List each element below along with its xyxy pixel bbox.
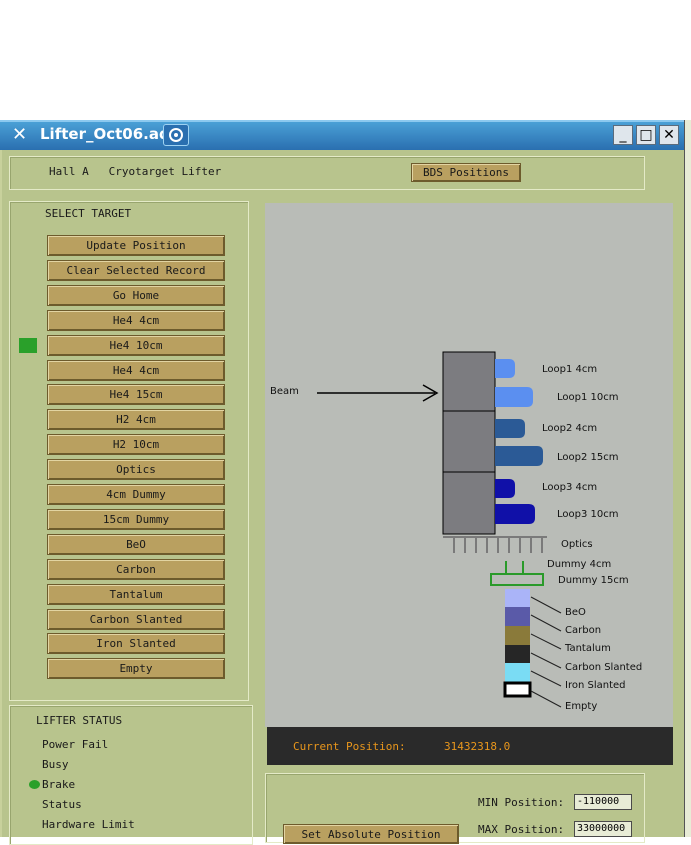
- lifter-status-heading: LIFTER STATUS: [36, 714, 123, 727]
- brake-indicator-led: [29, 780, 40, 789]
- x-logo-icon: ✕: [12, 124, 28, 145]
- maximize-button[interactable]: □: [636, 125, 656, 145]
- loop-cell-5: [495, 479, 515, 498]
- leader-line-3: [530, 652, 562, 669]
- set-absolute-position-button[interactable]: Set Absolute Position: [283, 824, 459, 844]
- selected-indicator: [19, 337, 37, 353]
- beam-label: Beam: [270, 386, 299, 397]
- target-button-beo[interactable]: BeO: [47, 533, 225, 555]
- target-cell-loop3: [442, 471, 496, 535]
- target-button-update-position[interactable]: Update Position: [47, 235, 225, 256]
- loop1-4cm-label: Loop1 4cm: [542, 364, 598, 375]
- target-button-iron-slanted[interactable]: Iron Slanted: [47, 633, 225, 655]
- target-button-carbon[interactable]: Carbon: [47, 558, 225, 580]
- leader-line-0: [530, 596, 562, 614]
- min-position-field[interactable]: -110000: [574, 794, 632, 810]
- solid-target-3: [505, 645, 530, 664]
- solid-target-4: [505, 663, 530, 682]
- solid-target-0: [505, 589, 530, 608]
- carbon-slanted-label: Carbon Slanted: [565, 662, 643, 673]
- max-position-label: MAX Position:: [478, 823, 565, 836]
- leader-line-4: [530, 670, 562, 687]
- bds-positions-button[interactable]: BDS Positions: [411, 163, 521, 182]
- page-title: Hall A Cryotarget Lifter: [49, 165, 222, 178]
- target-button-tantalum[interactable]: Tantalum: [47, 583, 225, 605]
- optics-label: Optics: [561, 539, 593, 550]
- status-hardware-limit: Hardware Limit: [42, 818, 135, 831]
- target-button-h2-4cm[interactable]: H2 4cm: [47, 409, 225, 431]
- leader-line-1: [530, 614, 562, 632]
- target-button-empty[interactable]: Empty: [47, 658, 225, 680]
- carbon-label: Carbon: [565, 625, 602, 636]
- iron-slanted-label: Iron Slanted: [565, 680, 626, 691]
- target-cell-loop1: [442, 351, 496, 412]
- app-menu-icon[interactable]: [163, 124, 189, 146]
- empty-label: Empty: [565, 701, 598, 712]
- target-button-optics[interactable]: Optics: [47, 459, 225, 481]
- select-target-heading: SELECT TARGET: [45, 207, 132, 220]
- dummy-15cm-label: Dummy 15cm: [558, 575, 629, 586]
- status-status: Status: [42, 798, 82, 811]
- loop-cell-3: [495, 419, 525, 438]
- target-button-clear-selected-record[interactable]: Clear Selected Record: [47, 259, 225, 281]
- max-position-field[interactable]: 33000000: [574, 821, 632, 837]
- background-window-edge: [684, 120, 691, 837]
- current-position-label: Current Position:: [293, 740, 406, 753]
- current-position-value: 31432318.0: [444, 740, 511, 753]
- target-button-he4-10cm[interactable]: He4 10cm: [47, 334, 225, 356]
- solid-target-5: [503, 681, 532, 698]
- status-brake: Brake: [42, 778, 76, 791]
- target-button-h2-10cm[interactable]: H2 10cm: [47, 434, 225, 456]
- optics-foils: [443, 536, 547, 553]
- loop2-4cm-label: Loop2 4cm: [542, 423, 598, 434]
- dummy-targets: [490, 561, 544, 586]
- dummy-4cm-label: Dummy 4cm: [547, 559, 612, 570]
- target-button-go-home[interactable]: Go Home: [47, 284, 225, 306]
- loop2-15cm-label: Loop2 15cm: [557, 452, 619, 463]
- target-button-15cm-dummy[interactable]: 15cm Dummy: [47, 508, 225, 530]
- minimize-button[interactable]: _: [613, 125, 633, 145]
- window-title: Lifter_Oct06.adl: [40, 125, 175, 143]
- leader-line-5: [530, 690, 562, 708]
- solid-target-2: [505, 626, 530, 645]
- loop-cell-6: [495, 504, 535, 524]
- solid-target-1: [505, 607, 530, 626]
- loop-cell-4: [495, 446, 543, 466]
- loop1-10cm-label: Loop1 10cm: [557, 392, 619, 403]
- close-button[interactable]: ✕: [659, 125, 679, 145]
- target-cell-loop2: [442, 410, 496, 473]
- loop-cell-1: [495, 359, 515, 378]
- status-busy: Busy: [42, 758, 69, 771]
- loop-cell-2: [495, 387, 533, 407]
- status-power-fail: Power Fail: [42, 738, 109, 751]
- target-button-he4-15cm[interactable]: He4 15cm: [47, 384, 225, 406]
- target-button-he4-4cm[interactable]: He4 4cm: [47, 359, 225, 381]
- target-button-carbon-slanted[interactable]: Carbon Slanted: [47, 608, 225, 630]
- target-button-4cm-dummy[interactable]: 4cm Dummy: [47, 484, 225, 505]
- loop3-4cm-label: Loop3 4cm: [542, 482, 598, 493]
- leader-line-2: [530, 633, 562, 650]
- target-button-he4-4cm[interactable]: He4 4cm: [47, 309, 225, 331]
- tantalum-label: Tantalum: [565, 643, 611, 654]
- loop3-10cm-label: Loop3 10cm: [557, 509, 619, 520]
- min-position-label: MIN Position:: [478, 796, 565, 809]
- beo-label: BeO: [565, 607, 586, 618]
- lifter-diagram-svg: [317, 351, 562, 708]
